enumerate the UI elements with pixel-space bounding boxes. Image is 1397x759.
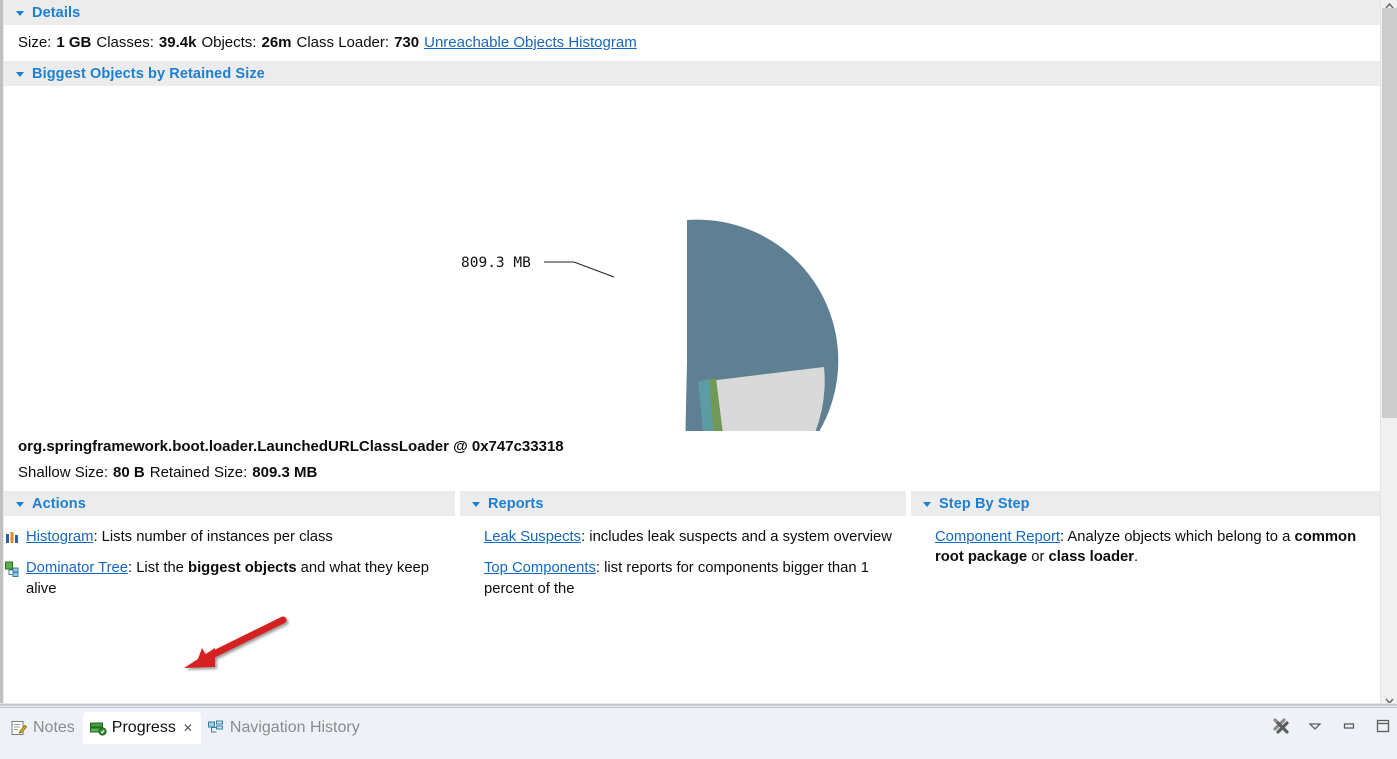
dominator-desc: : List the bbox=[127, 560, 189, 577]
histogram-desc-2: class bbox=[299, 529, 333, 545]
retained-size-value: 809.3 MB bbox=[252, 464, 318, 481]
histogram-link[interactable]: Histogram bbox=[26, 529, 93, 545]
report-text-top-components: Top Components: list reports for compone… bbox=[484, 558, 892, 599]
retained-size-pie-chart[interactable]: 809.3 MB 198.5 MB 16 MB 16 MB Total: 1 G… bbox=[4, 86, 1380, 431]
notes-icon bbox=[10, 719, 28, 737]
vertical-scrollbar[interactable] bbox=[1380, 0, 1397, 707]
tab-label-notes: Notes bbox=[33, 719, 75, 736]
section-title-biggest-objects: Biggest Objects by Retained Size bbox=[32, 65, 265, 82]
collapse-twisty-icon[interactable] bbox=[16, 11, 24, 16]
selected-object-name: org.springframework.boot.loader.Launched… bbox=[18, 438, 564, 455]
shallow-size-value: 80 B bbox=[113, 464, 145, 481]
minimize-icon[interactable] bbox=[1339, 716, 1359, 736]
step-item-component-report[interactable]: Component Report: Analyze objects which … bbox=[911, 527, 1380, 568]
shallow-size-label: Shallow Size: bbox=[18, 464, 109, 481]
tab-label-progress: Progress bbox=[111, 719, 176, 736]
tab-navigation-history[interactable]: Navigation History bbox=[201, 712, 368, 744]
report-item-top-components[interactable]: Top Components: list reports for compone… bbox=[460, 558, 906, 599]
bottom-view-stack: Notes Progress ✕ Navigation History bbox=[0, 707, 1397, 759]
maximize-icon[interactable] bbox=[1373, 716, 1393, 736]
action-item-histogram[interactable]: Histogram: Lists number of instances per… bbox=[4, 527, 455, 547]
view-toolbar bbox=[1271, 716, 1393, 736]
collapse-twisty-icon[interactable] bbox=[923, 502, 931, 507]
mat-overview-editor: Details Size: 1 GB Classes: 39.4k Objects: 26… bbox=[0, 0, 1397, 759]
panels-row: Actions Histogram: Lists number of insta… bbox=[4, 491, 1380, 610]
panel-step-by-step: Step By Step Component Report: Analyze o… bbox=[906, 491, 1380, 610]
class-loader-value: 730 bbox=[394, 34, 420, 51]
annotation-arrow bbox=[184, 616, 287, 668]
action-item-dominator-tree[interactable]: Dominator Tree: List the biggest objects… bbox=[4, 558, 455, 599]
objects-value: 26m bbox=[261, 34, 292, 51]
size-label: Size: bbox=[18, 34, 52, 51]
section-header-step-by-step[interactable]: Step By Step bbox=[911, 491, 1380, 516]
collapse-twisty-icon[interactable] bbox=[16, 72, 24, 77]
component-report-end: . bbox=[1134, 549, 1139, 566]
section-title-step-by-step: Step By Step bbox=[939, 495, 1030, 512]
step-text-component-report: Component Report: Analyze objects which … bbox=[935, 527, 1366, 568]
close-icon[interactable]: ✕ bbox=[183, 722, 193, 734]
collapse-twisty-icon[interactable] bbox=[472, 502, 480, 507]
dominator-tree-icon bbox=[4, 560, 21, 578]
report-text-leak-suspects: Leak Suspects: includes leak suspects an… bbox=[484, 527, 892, 547]
view-menu-icon[interactable] bbox=[1305, 716, 1325, 736]
action-text-histogram: Histogram: Lists number of instances per… bbox=[26, 527, 441, 547]
component-report-desc: : Analyze objects which belong to a bbox=[1060, 529, 1295, 545]
panel-reports: Reports Leak Suspects: includes leak sus… bbox=[455, 491, 906, 610]
classes-label: Classes: bbox=[96, 34, 154, 51]
section-title-actions: Actions bbox=[32, 495, 86, 512]
classes-value: 39.4k bbox=[158, 34, 197, 51]
section-header-reports[interactable]: Reports bbox=[460, 491, 906, 516]
retained-size-label: Retained Size: bbox=[149, 464, 248, 481]
navigation-history-icon bbox=[207, 719, 225, 737]
histogram-icon bbox=[4, 529, 21, 546]
details-summary-row: Size: 1 GB Classes: 39.4k Objects: 26m Class L… bbox=[4, 25, 1380, 61]
selected-object-sizes: Shallow Size: 80 B Retained Size: 809.3 MB bbox=[4, 455, 1380, 491]
objects-label: Objects: bbox=[201, 34, 257, 51]
tab-progress[interactable]: Progress ✕ bbox=[82, 712, 201, 744]
size-value: 1 GB bbox=[56, 34, 92, 51]
dominator-desc-bold: biggest objects bbox=[188, 560, 297, 577]
section-header-details[interactable]: Details bbox=[4, 0, 1380, 25]
component-report-mid: or bbox=[1027, 549, 1049, 566]
leak-suspects-link[interactable]: Leak Suspects bbox=[484, 529, 581, 545]
section-title-reports: Reports bbox=[488, 495, 544, 512]
tab-notes[interactable]: Notes bbox=[4, 712, 83, 744]
collapse-twisty-icon[interactable] bbox=[16, 502, 24, 507]
section-header-actions[interactable]: Actions bbox=[4, 491, 455, 516]
remove-all-icon[interactable] bbox=[1271, 716, 1291, 736]
class-loader-label: Class Loader: bbox=[296, 34, 390, 51]
panel-actions: Actions Histogram: Lists number of insta… bbox=[4, 491, 455, 610]
action-text-dominator-tree: Dominator Tree: List the biggest objects… bbox=[26, 558, 441, 599]
top-components-link[interactable]: Top Components bbox=[484, 560, 596, 576]
section-title-details: Details bbox=[32, 4, 81, 21]
leak-suspects-desc: : includes leak suspects and a system ov… bbox=[581, 529, 892, 545]
pie-chart-svg: 809.3 MB 198.5 MB 16 MB 16 MB Total: 1 G… bbox=[461, 219, 839, 431]
dominator-tree-link[interactable]: Dominator Tree bbox=[26, 560, 128, 576]
histogram-desc: : Lists number of instances per bbox=[93, 529, 300, 545]
bottom-view-tabs: Notes Progress ✕ Navigation History bbox=[4, 712, 368, 744]
section-header-biggest-objects[interactable]: Biggest Objects by Retained Size bbox=[4, 61, 1380, 86]
tab-label-navigation-history: Navigation History bbox=[229, 719, 360, 736]
report-item-leak-suspects[interactable]: Leak Suspects: includes leak suspects an… bbox=[460, 527, 906, 547]
component-report-link[interactable]: Component Report bbox=[935, 529, 1060, 545]
progress-icon bbox=[89, 719, 107, 737]
editor-area: Details Size: 1 GB Classes: 39.4k Objects: 26… bbox=[0, 0, 1397, 707]
scrollbar-thumb[interactable] bbox=[1382, 8, 1397, 418]
pie-label-0: 809.3 MB bbox=[461, 255, 531, 271]
unreachable-objects-histogram-link[interactable]: Unreachable Objects Histogram bbox=[424, 34, 637, 51]
component-report-bold-2: class loader bbox=[1048, 549, 1135, 566]
overview-content: Details Size: 1 GB Classes: 39.4k Objects: 26… bbox=[4, 0, 1380, 707]
